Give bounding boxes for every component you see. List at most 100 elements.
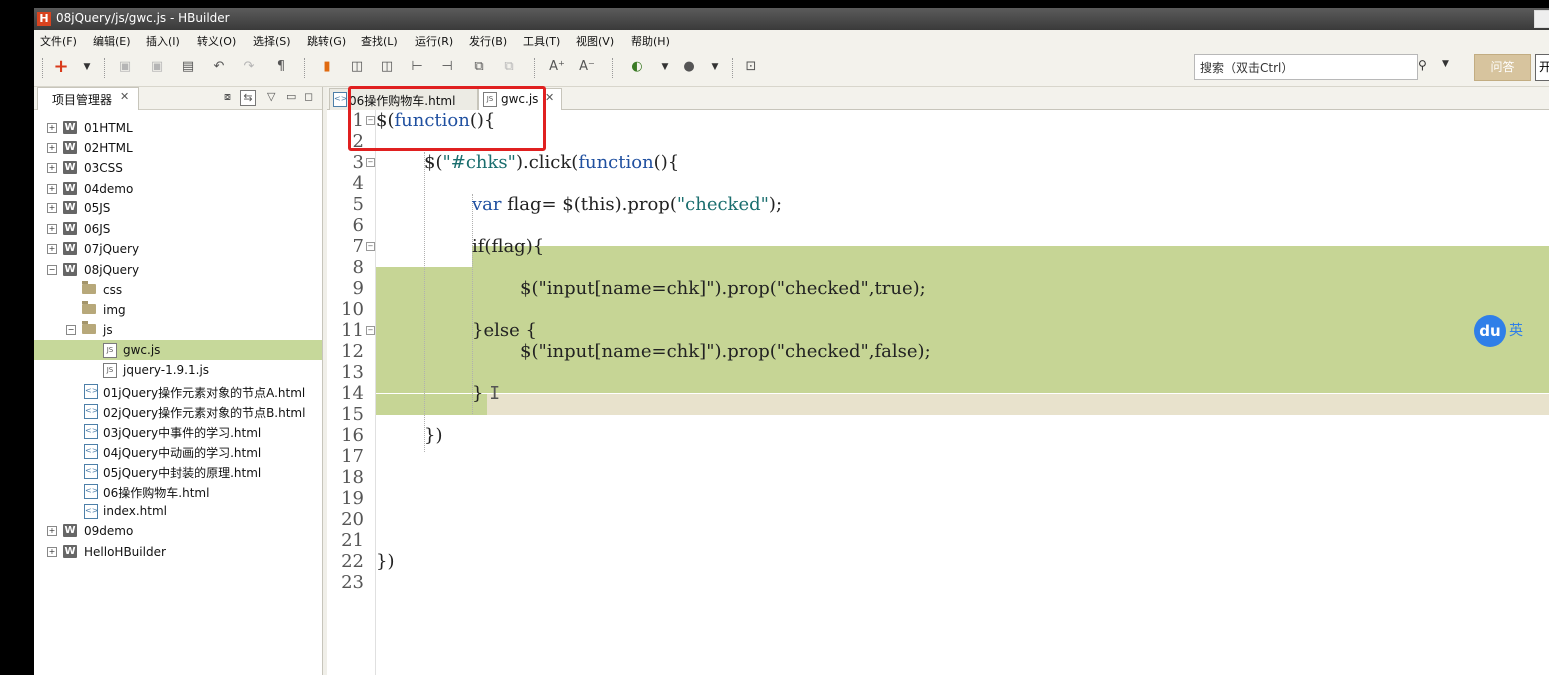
maximize-icon[interactable]: ◻	[304, 90, 313, 103]
font-decrease-icon[interactable]: A⁻	[578, 58, 596, 76]
tree-item-css[interactable]: css	[34, 280, 322, 300]
save-icon[interactable]: ▣	[116, 58, 134, 76]
bookmark-icon[interactable]: ▮	[318, 58, 336, 76]
debug-dropdown-icon[interactable]: ▼	[706, 58, 724, 76]
expand-icon[interactable]: +	[47, 123, 57, 133]
fold-toggle-icon[interactable]: −	[366, 158, 375, 167]
tree-item-hellohbuilder[interactable]: + W HelloHBuilder	[34, 542, 322, 562]
revert-icon[interactable]: ▤	[179, 58, 197, 76]
baidu-ime-icon[interactable]: du	[1474, 315, 1506, 347]
comment-icon[interactable]: ◫	[348, 58, 366, 76]
code-text: var flag= $(this).prop("checked");	[472, 194, 783, 215]
code-area[interactable]: 1 − $(function(){ 2 3 − $("#chks").click…	[327, 110, 1549, 675]
expand-icon[interactable]: +	[47, 244, 57, 254]
menu-file[interactable]: 文件(F)	[40, 33, 77, 49]
tree-item-html[interactable]: <> 04jQuery中动画的学习.html	[34, 441, 322, 461]
tree-item-08jquery[interactable]: − W 08jQuery	[34, 260, 322, 280]
expand-icon[interactable]: +	[47, 547, 57, 557]
folder-open-icon	[82, 321, 96, 334]
menu-run[interactable]: 运行(R)	[415, 33, 453, 49]
tree-item-07jquery[interactable]: + W 07jQuery	[34, 239, 322, 259]
indent-icon[interactable]: ⊢	[408, 58, 426, 76]
new-dropdown-icon[interactable]: ▼	[78, 58, 96, 76]
preview-icon[interactable]: ⊡	[742, 58, 760, 76]
html-file-icon: <>	[333, 92, 347, 107]
menu-help[interactable]: 帮助(H)	[631, 33, 670, 49]
expand-icon[interactable]: +	[47, 203, 57, 213]
tree-item-label: gwc.js	[123, 343, 161, 357]
tree-item-02html[interactable]: + W 02HTML	[34, 138, 322, 158]
tree-item-04demo[interactable]: + W 04demo	[34, 179, 322, 199]
tree-item-html[interactable]: <> 01jQuery操作元素对象的节点A.html	[34, 381, 322, 401]
tab-06-shopping-cart-html[interactable]: <> 06操作购物车.html	[329, 88, 478, 110]
expand-icon[interactable]: +	[47, 143, 57, 153]
collapse-all-icon[interactable]: ⧇	[224, 90, 231, 104]
close-icon[interactable]: ✕	[120, 90, 129, 103]
tree-item-05js[interactable]: + W 05JS	[34, 198, 322, 218]
redo-icon[interactable]: ↷	[240, 58, 258, 76]
tree-item-html[interactable]: <> 02jQuery操作元素对象的节点B.html	[34, 401, 322, 421]
fold-toggle-icon[interactable]: −	[366, 116, 375, 125]
expand-icon[interactable]: +	[47, 526, 57, 536]
save-all-icon[interactable]: ▣	[148, 58, 166, 76]
tree-item-jquery-js[interactable]: JS jquery-1.9.1.js	[34, 360, 322, 380]
fold-toggle-icon[interactable]: −	[366, 326, 375, 335]
tree-item-html[interactable]: <> 05jQuery中封装的原理.html	[34, 461, 322, 481]
ime-mode-indicator[interactable]: 英	[1509, 320, 1523, 340]
tree-item-01html[interactable]: + W 01HTML	[34, 118, 322, 138]
window-control-button[interactable]	[1534, 10, 1549, 28]
expand-icon[interactable]: +	[47, 163, 57, 173]
font-increase-icon[interactable]: A⁺	[548, 58, 566, 76]
open-button[interactable]: 开	[1535, 54, 1549, 81]
search-dropdown-icon[interactable]: ▼	[1442, 59, 1449, 69]
tree-item-03css[interactable]: + W 03CSS	[34, 158, 322, 178]
menu-tools[interactable]: 工具(T)	[523, 33, 560, 49]
format-icon[interactable]: ¶	[272, 58, 290, 76]
code-line-14: 14 } I	[327, 383, 1549, 404]
debug-icon[interactable]: ●	[680, 58, 698, 76]
tree-item-html[interactable]: <> 03jQuery中事件的学习.html	[34, 421, 322, 441]
expand-icon[interactable]: +	[47, 224, 57, 234]
paste-icon[interactable]: ⧉	[500, 58, 518, 76]
menu-view[interactable]: 视图(V)	[576, 33, 614, 49]
tree-item-06js[interactable]: + W 06JS	[34, 219, 322, 239]
collapse-icon[interactable]: −	[47, 265, 57, 275]
menu-insert[interactable]: 插入(I)	[146, 33, 180, 49]
view-menu-icon[interactable]: ▽	[267, 90, 275, 103]
qa-button[interactable]: 问答	[1474, 54, 1531, 81]
tree-item-html[interactable]: <> 06操作购物车.html	[34, 481, 322, 501]
tree-item-index-html[interactable]: <> index.html	[34, 501, 322, 521]
tree-item-label: 05jQuery中封装的原理.html	[103, 466, 262, 480]
tree-item-label: 06JS	[84, 222, 111, 236]
menu-escape[interactable]: 转义(O)	[197, 33, 236, 49]
copy-icon[interactable]: ⧉	[470, 58, 488, 76]
link-editor-icon[interactable]: ⇆	[240, 90, 256, 106]
menu-find[interactable]: 查找(L)	[361, 33, 398, 49]
new-file-icon[interactable]: +	[52, 58, 70, 76]
toolbar-grip	[304, 58, 307, 78]
menu-select[interactable]: 选择(S)	[253, 33, 291, 49]
code-line-21: 21	[327, 530, 1549, 551]
fold-toggle-icon[interactable]: −	[366, 242, 375, 251]
minimize-icon[interactable]: ▭	[286, 90, 296, 103]
hbuilder-window: H 08jQuery/js/gwc.js - HBuilder 文件(F) 编辑…	[34, 8, 1549, 675]
tab-gwc-js[interactable]: JS gwc.js ✕	[478, 88, 562, 111]
run-browser-icon[interactable]: ◐	[628, 58, 646, 76]
outdent-icon[interactable]: ⊣	[438, 58, 456, 76]
collapse-icon[interactable]: −	[66, 325, 76, 335]
tree-item-js[interactable]: − js	[34, 320, 322, 340]
menu-publish[interactable]: 发行(B)	[469, 33, 507, 49]
tab-project-explorer[interactable]: 项目管理器 ✕	[37, 87, 139, 110]
search-input[interactable]: 搜索（双击Ctrl）	[1194, 54, 1418, 80]
tree-item-gwc-js[interactable]: JS gwc.js	[34, 340, 322, 360]
undo-icon[interactable]: ↶	[210, 58, 228, 76]
expand-icon[interactable]: +	[47, 184, 57, 194]
menu-edit[interactable]: 编辑(E)	[93, 33, 131, 49]
menu-goto[interactable]: 跳转(G)	[307, 33, 346, 49]
tree-item-09demo[interactable]: + W 09demo	[34, 521, 322, 541]
uncomment-icon[interactable]: ◫	[378, 58, 396, 76]
search-icon[interactable]: ⚲	[1418, 58, 1427, 72]
run-dropdown-icon[interactable]: ▼	[656, 58, 674, 76]
close-icon[interactable]: ✕	[545, 91, 554, 104]
tree-item-img[interactable]: img	[34, 300, 322, 320]
